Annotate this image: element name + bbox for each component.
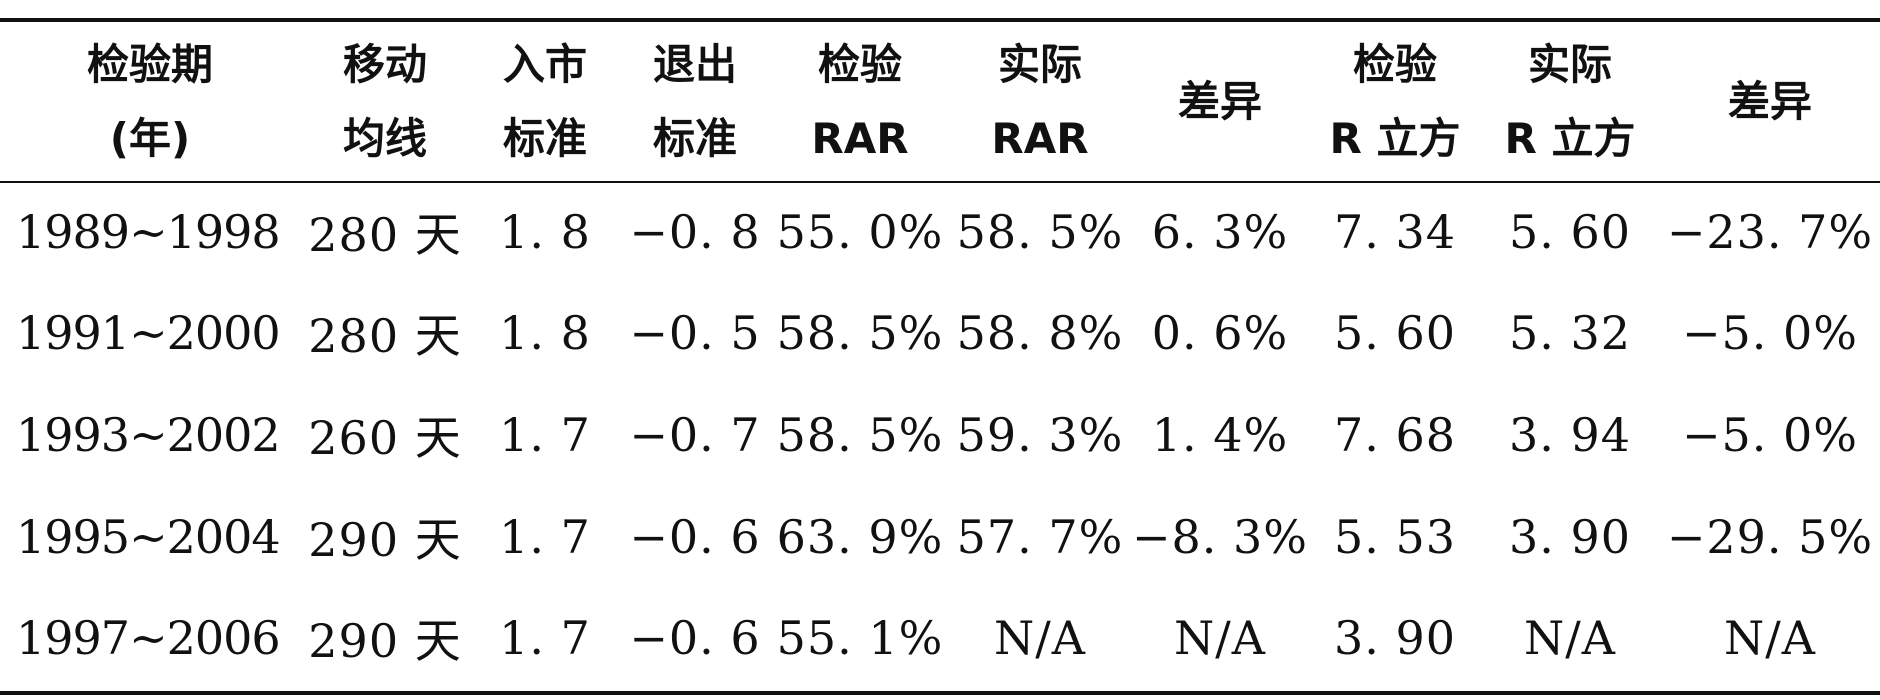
header-moving-average: 移动 均线 [300,22,470,181]
difference-r-cubed-cell: −5. 0% [1681,306,1859,361]
header-row: 检验期 (年) 移动 均线 入市 标准 退出 标准 检验 RAR 实际 RAR 差异 检验 R 立方 实际 R … [0,22,1880,181]
actual-rar-cell: N/A [994,611,1086,666]
entry-criterion-cell: 1. 7 [499,407,591,462]
table-body: 1989~1998 280 天 1. 8 −0. 8 55. 0% 58. 5% 6. 3%… [0,181,1880,689]
test-r-cubed-cell: 5. 60 [1333,306,1457,361]
entry-criterion-cell: 1. 8 [499,306,591,361]
header-label-line: 移动 [342,39,427,89]
difference-rar-cell: 0. 6% [1151,306,1289,361]
difference-rar-cell: −8. 3% [1131,509,1309,564]
actual-r-cubed-cell: N/A [1524,611,1616,666]
moving-average-cell: 280 天 [308,309,462,364]
header-difference-rar: 差异 [1130,22,1310,181]
results-table: 检验期 (年) 移动 均线 入市 标准 退出 标准 检验 RAR 实际 RAR 差异 检验 R 立方 实际 R … [0,22,1880,689]
header-label-line: 实际 [1527,39,1612,89]
actual-rar-cell: 57. 7% [956,509,1124,564]
header-label-line: 检验 [1352,39,1437,89]
difference-rar-cell: N/A [1174,611,1266,666]
header-label-line: 差异 [1177,76,1262,126]
header-difference-r-cubed: 差异 [1660,22,1880,181]
header-label-line: 入市 [502,39,587,89]
moving-average-cell: 290 天 [308,512,462,567]
header-label-line: 实际 [997,39,1082,89]
exit-criterion-cell: −0. 8 [629,204,761,259]
period-cell: 1995~2004 [16,509,281,564]
difference-rar-cell: 1. 4% [1151,407,1289,462]
table-row: 1997~2006 290 天 1. 7 −0. 6 55. 1% N/A N/A 3. 90… [0,587,1880,689]
actual-r-cubed-cell: 3. 94 [1508,407,1632,462]
difference-rar-cell: 6. 3% [1151,204,1289,259]
exit-criterion-cell: −0. 6 [629,509,761,564]
test-r-cubed-cell: 3. 90 [1333,611,1457,666]
moving-average-cell: 280 天 [308,207,462,262]
table-row: 1995~2004 290 天 1. 7 −0. 6 63. 9% 57. 7% −8. 3… [0,486,1880,588]
header-label-line: 标准 [502,113,587,163]
actual-rar-cell: 58. 5% [956,204,1124,259]
test-r-cubed-cell: 7. 68 [1333,407,1457,462]
table-row: 1991~2000 280 天 1. 8 −0. 5 58. 5% 58. 8% 0. 6%… [0,283,1880,385]
entry-criterion-cell: 1. 8 [499,204,591,259]
entry-criterion-cell: 1. 7 [499,509,591,564]
test-rar-cell: 58. 5% [776,306,944,361]
header-label-line: (年) [109,113,191,163]
header-label-line: 检验 [817,39,902,89]
actual-rar-cell: 59. 3% [956,407,1124,462]
header-label-line: 差异 [1727,76,1812,126]
entry-criterion-cell: 1. 7 [499,611,591,666]
test-r-cubed-cell: 5. 53 [1333,509,1457,564]
header-actual-r-cubed: 实际 R 立方 [1480,22,1660,181]
header-exit-criterion: 退出 标准 [620,22,770,181]
period-cell: 1989~1998 [16,204,281,259]
difference-r-cubed-cell: −23. 7% [1666,204,1874,259]
test-rar-cell: 63. 9% [776,509,944,564]
test-rar-cell: 58. 5% [776,407,944,462]
moving-average-cell: 260 天 [308,410,462,465]
period-cell: 1991~2000 [16,306,281,361]
table-row: 1993~2002 260 天 1. 7 −0. 7 58. 5% 59. 3% 1. 4%… [0,384,1880,486]
exit-criterion-cell: −0. 5 [629,306,761,361]
header-period: 检验期 (年) [0,22,300,181]
exit-criterion-cell: −0. 7 [629,407,761,462]
header-label-line: RAR [991,113,1089,163]
bottom-rule [0,691,1880,695]
header-test-r-cubed: 检验 R 立方 [1310,22,1480,181]
header-label-line: R 立方 [1329,113,1461,163]
data-table-container: 检验期 (年) 移动 均线 入市 标准 退出 标准 检验 RAR 实际 RAR 差异 检验 R 立方 实际 R … [0,0,1880,700]
header-label-line: 均线 [342,113,427,163]
actual-rar-cell: 58. 8% [956,306,1124,361]
period-cell: 1997~2006 [16,611,281,666]
difference-r-cubed-cell: N/A [1724,611,1816,666]
header-label-line: 退出 [652,39,737,89]
test-rar-cell: 55. 0% [776,204,944,259]
moving-average-cell: 290 天 [308,614,462,669]
actual-r-cubed-cell: 5. 32 [1508,306,1632,361]
header-entry-criterion: 入市 标准 [470,22,620,181]
difference-r-cubed-cell: −29. 5% [1666,509,1874,564]
header-actual-rar: 实际 RAR [950,22,1130,181]
exit-criterion-cell: −0. 6 [629,611,761,666]
actual-r-cubed-cell: 3. 90 [1508,509,1632,564]
header-label-line: R 立方 [1504,113,1636,163]
period-cell: 1993~2002 [16,407,281,462]
header-label-line: 检验期 [86,39,213,89]
header-label-line: RAR [811,113,909,163]
header-label-line: 标准 [652,113,737,163]
test-rar-cell: 55. 1% [776,611,944,666]
difference-r-cubed-cell: −5. 0% [1681,407,1859,462]
header-test-rar: 检验 RAR [770,22,950,181]
test-r-cubed-cell: 7. 34 [1333,204,1457,259]
table-row: 1989~1998 280 天 1. 8 −0. 8 55. 0% 58. 5% 6. 3%… [0,181,1880,283]
actual-r-cubed-cell: 5. 60 [1508,204,1632,259]
